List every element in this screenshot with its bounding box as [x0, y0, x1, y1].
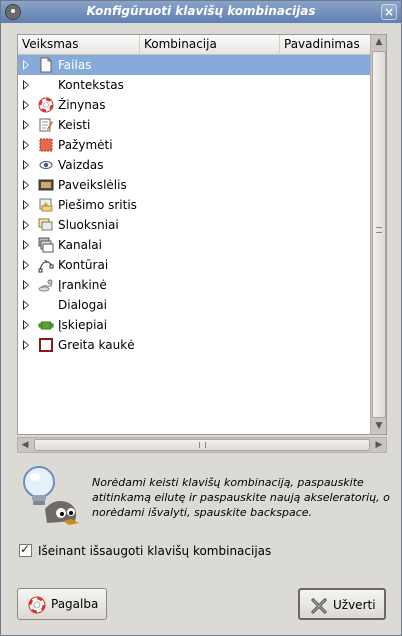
action-row[interactable]: Įskiepiai	[18, 315, 370, 335]
action-row[interactable]: Piešimo sritis	[18, 195, 370, 215]
action-row[interactable]: Paveikslėlis	[18, 175, 370, 195]
shortcuts-dialog: Konfigūruoti klavišų kombinacijas × Veik…	[0, 0, 402, 636]
action-row-label: Įrankinė	[58, 278, 107, 292]
action-row-label: Vaizdas	[58, 158, 104, 172]
edit-icon	[38, 117, 54, 133]
action-row-label: Piešimo sritis	[58, 198, 137, 212]
close-x-icon	[311, 598, 327, 614]
action-row-label: Kontūrai	[58, 258, 109, 272]
vertical-scroll-thumb[interactable]	[372, 51, 386, 418]
action-row-label: Greita kaukė	[58, 338, 135, 352]
column-headers: Veiksmas Kombinacija Pavadinimas	[18, 35, 370, 55]
hint-text: Norėdami keisti klavišų kombinaciją, pas…	[92, 476, 390, 519]
horizontal-scroll-thumb[interactable]	[34, 439, 370, 451]
action-row-label: Paveikslėlis	[58, 178, 127, 192]
shortcuts-tree[interactable]: Veiksmas Kombinacija Pavadinimas Failas K…	[17, 34, 387, 435]
horizontal-scrollbar[interactable]: ◀ ▶	[17, 437, 387, 453]
expand-triangle-icon[interactable]	[23, 200, 29, 210]
action-row[interactable]: Vaizdas	[18, 155, 370, 175]
action-row-label: Sluoksniai	[58, 218, 119, 232]
column-name[interactable]: Pavadinimas	[280, 35, 370, 54]
vertical-scrollbar[interactable]: ▲ ▼	[370, 35, 386, 434]
help-button-label: Pagalba	[51, 597, 99, 611]
save-on-exit-checkbox[interactable]: ✓	[19, 542, 32, 557]
tip-lightbulb-wilber-icon	[19, 463, 81, 527]
save-on-exit-label[interactable]: Išeinant išsaugoti klavišų kombinacijas	[38, 543, 271, 559]
expand-triangle-icon[interactable]	[23, 100, 29, 110]
action-row-label: Kontekstas	[58, 78, 124, 92]
action-row[interactable]: Kanalai	[18, 235, 370, 255]
scroll-left-icon[interactable]: ◀	[18, 438, 32, 452]
title-bar[interactable]: Konfigūruoti klavišų kombinacijas ×	[1, 1, 401, 23]
grip-icon	[199, 442, 206, 448]
expand-triangle-icon[interactable]	[23, 140, 29, 150]
expand-triangle-icon[interactable]	[23, 60, 29, 70]
grip-icon	[376, 227, 382, 233]
action-row[interactable]: Žinynas	[18, 95, 370, 115]
scroll-down-icon[interactable]: ▼	[372, 419, 386, 433]
expand-triangle-icon[interactable]	[23, 240, 29, 250]
action-row[interactable]: Keisti	[18, 115, 370, 135]
tools-icon	[38, 277, 54, 293]
expand-triangle-icon[interactable]	[23, 120, 29, 130]
checkmark-icon: ✓	[20, 542, 31, 556]
action-row-label: Dialogai	[58, 298, 107, 312]
action-row-label: Kanalai	[58, 238, 102, 252]
drawable-icon	[38, 197, 54, 213]
column-action[interactable]: Veiksmas	[18, 35, 140, 54]
quickmask-icon	[38, 337, 54, 353]
column-shortcut[interactable]: Kombinacija	[140, 35, 280, 54]
action-row-label: Žinynas	[58, 98, 106, 112]
expand-triangle-icon[interactable]	[23, 160, 29, 170]
layers-icon	[38, 217, 54, 233]
close-window-icon[interactable]: ×	[381, 4, 397, 20]
action-row[interactable]: Greita kaukė	[18, 335, 370, 355]
expand-triangle-icon[interactable]	[23, 260, 29, 270]
action-row[interactable]: Dialogai	[18, 295, 370, 315]
image-icon	[38, 177, 54, 193]
action-row-label: Failas	[58, 58, 92, 72]
expand-triangle-icon[interactable]	[23, 220, 29, 230]
expand-triangle-icon[interactable]	[23, 80, 29, 90]
action-row[interactable]: Įrankinė	[18, 275, 370, 295]
paths-icon	[38, 257, 54, 273]
close-button[interactable]: Užverti	[298, 588, 386, 620]
expand-triangle-icon[interactable]	[23, 180, 29, 190]
expand-triangle-icon[interactable]	[23, 320, 29, 330]
action-row[interactable]: Kontekstas	[18, 75, 370, 95]
action-row-label: Keisti	[58, 118, 91, 132]
scroll-up-icon[interactable]: ▲	[372, 35, 386, 49]
plugin-icon	[38, 317, 54, 333]
expand-triangle-icon[interactable]	[23, 280, 29, 290]
action-rows: Failas Kontekstas Žinynas Keisti Pažymėti Vai…	[18, 55, 370, 434]
eye-icon	[38, 157, 54, 173]
action-row-label: Įskiepiai	[58, 318, 108, 332]
file-icon	[38, 57, 54, 73]
scroll-right-icon[interactable]: ▶	[372, 438, 386, 452]
action-row[interactable]: Pažymėti	[18, 135, 370, 155]
expand-triangle-icon[interactable]	[23, 300, 29, 310]
help-button[interactable]: Pagalba	[17, 588, 107, 620]
channels-icon	[38, 237, 54, 253]
selection-icon	[38, 137, 54, 153]
action-row[interactable]: Sluoksniai	[18, 215, 370, 235]
expand-triangle-icon[interactable]	[23, 340, 29, 350]
lifebuoy-icon	[28, 596, 46, 614]
window-title: Konfigūruoti klavišų kombinacijas	[86, 4, 316, 18]
action-row[interactable]: Kontūrai	[18, 255, 370, 275]
action-row[interactable]: Failas	[18, 55, 370, 75]
lifebuoy-icon	[38, 97, 54, 113]
action-row-label: Pažymėti	[58, 138, 113, 152]
close-button-label: Užverti	[333, 598, 376, 612]
